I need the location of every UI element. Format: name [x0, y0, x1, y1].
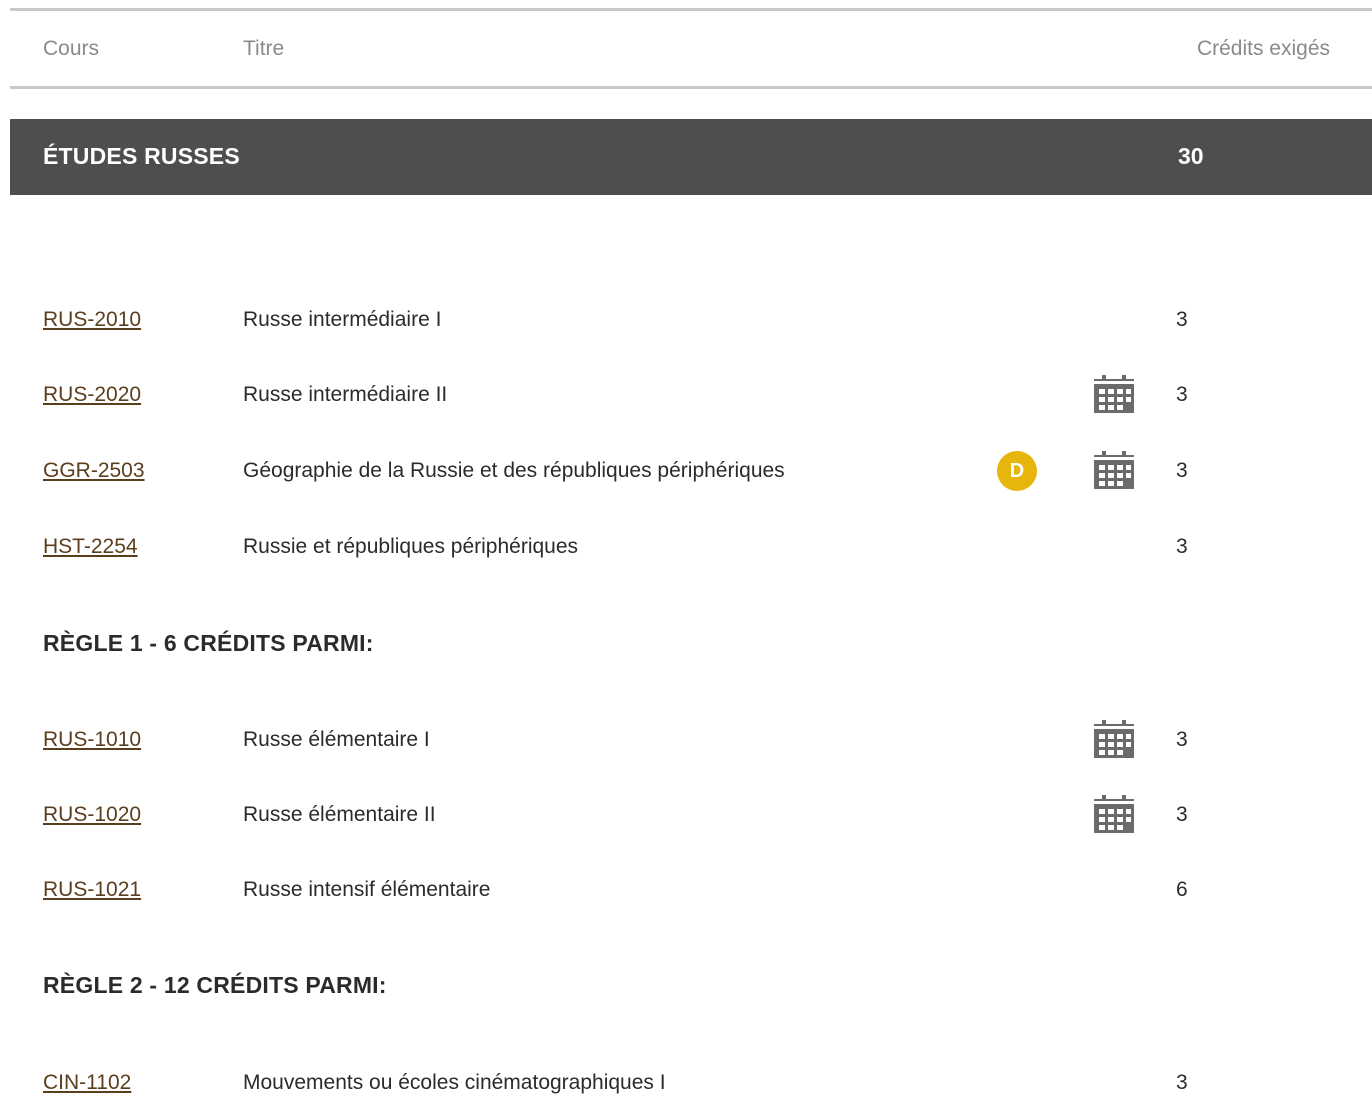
section-title: ÉTUDES RUSSES [43, 143, 240, 169]
course-credits: 3 [1176, 803, 1188, 826]
course-code-link[interactable]: RUS-2020 [43, 383, 141, 407]
column-header-titre[interactable]: Titre [243, 37, 284, 61]
course-credits: 6 [1176, 878, 1188, 901]
course-row: RUS-1021 Russe intensif élémentaire 6 [0, 868, 1372, 912]
table-header: Cours Titre Crédits exigés [10, 11, 1372, 87]
course-credits: 3 [1176, 535, 1188, 558]
course-title: Russe élémentaire I [243, 728, 430, 751]
course-row: GGR-2503 Géographie de la Russie et des … [0, 449, 1372, 493]
section-header: ÉTUDES RUSSES 30 [10, 119, 1372, 195]
course-title: Russe intensif élémentaire [243, 878, 491, 901]
calendar-icon[interactable] [1090, 793, 1138, 837]
course-row: HST-2254 Russie et républiques périphéri… [0, 525, 1372, 569]
distance-badge-label: D [997, 451, 1037, 491]
calendar-icon[interactable] [1090, 718, 1138, 762]
column-header-credits[interactable]: Crédits exigés [1197, 37, 1330, 61]
rule-1-heading: RÈGLE 1 - 6 CRÉDITS PARMI: [43, 630, 374, 656]
course-row: RUS-1020 Russe élémentaire II 3 [0, 793, 1372, 837]
course-code-link[interactable]: RUS-1021 [43, 878, 141, 902]
course-title: Mouvements ou écoles cinématographiques … [243, 1071, 666, 1094]
course-credits: 3 [1176, 728, 1188, 751]
calendar-icon[interactable] [1090, 373, 1138, 417]
column-header-cours[interactable]: Cours [43, 37, 99, 61]
rule-2-heading: RÈGLE 2 - 12 CRÉDITS PARMI: [43, 972, 387, 998]
course-credits: 3 [1176, 1071, 1188, 1094]
course-title: Russie et républiques périphériques [243, 535, 579, 558]
course-code-link[interactable]: RUS-1010 [43, 728, 141, 752]
course-code-link[interactable]: CIN-1102 [43, 1071, 131, 1094]
distance-badge-icon[interactable]: D [992, 451, 1042, 491]
course-title: Géographie de la Russie et des républiqu… [243, 459, 785, 482]
course-code-link[interactable]: RUS-1020 [43, 803, 141, 827]
course-title: Russe élémentaire II [243, 803, 436, 826]
course-code-link[interactable]: HST-2254 [43, 535, 138, 559]
course-credits: 3 [1176, 383, 1188, 406]
course-code-link[interactable]: GGR-2503 [43, 459, 145, 483]
table-header-rule [10, 86, 1372, 89]
course-credits: 3 [1176, 459, 1188, 482]
course-row: CIN-1102 Mouvements ou écoles cinématogr… [0, 1061, 1372, 1094]
course-code-link[interactable]: RUS-2010 [43, 308, 141, 332]
course-row: RUS-1010 Russe élémentaire I 3 [0, 718, 1372, 762]
section-credits: 30 [1178, 143, 1204, 169]
course-title: Russe intermédiaire II [243, 383, 448, 406]
calendar-icon[interactable] [1090, 449, 1138, 493]
course-title: Russe intermédiaire I [243, 308, 442, 331]
course-row: RUS-2020 Russe intermédiaire II 3 [0, 373, 1372, 417]
course-row: RUS-2010 Russe intermédiaire I 3 [0, 298, 1372, 342]
course-credits: 3 [1176, 308, 1188, 331]
